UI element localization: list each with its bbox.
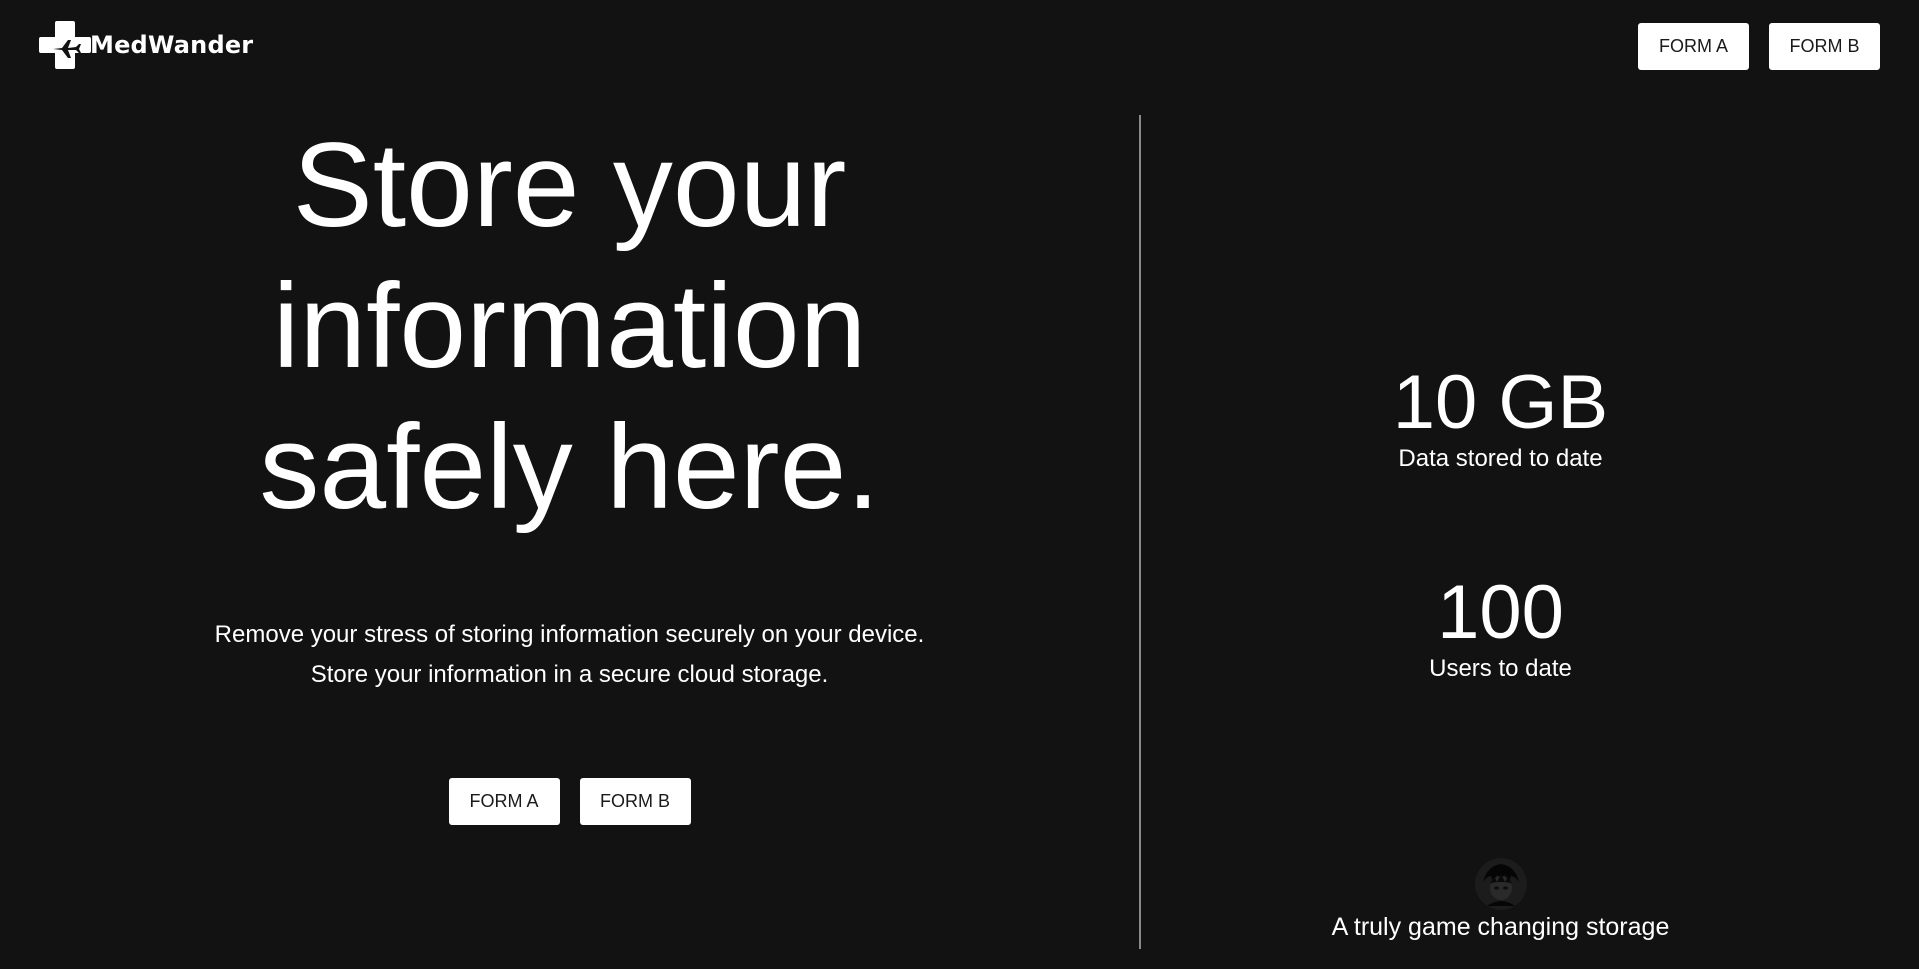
testimonial-text: A truly game changing storage (1331, 913, 1670, 941)
hero-description: Remove your stress of storing informatio… (0, 615, 1139, 695)
hero-title-line: Store your (292, 118, 847, 252)
page: MedWander FORM A FORM B Store your infor… (0, 0, 1919, 969)
hero-title-line: information (272, 259, 867, 393)
stats-section: 10 GB Data stored to date 100 Users to d… (1141, 0, 1860, 969)
medical-cross-airplane-icon (39, 21, 91, 69)
hero-form-a-button[interactable]: FORM A (448, 778, 560, 825)
hero-actions: FORM A FORM B (0, 778, 1139, 825)
stat-label: Users to date (1429, 655, 1572, 682)
user-avatar (1474, 858, 1527, 910)
stat-value: 10 GB (1392, 360, 1609, 445)
stat-value: 100 (1437, 570, 1564, 655)
hero-description-line: Store your information in a secure cloud… (310, 661, 829, 688)
hero-title: Store your information safely here. (0, 115, 1139, 538)
brand-logo[interactable]: MedWander (39, 19, 253, 71)
hero-description-line: Remove your stress of storing informatio… (214, 621, 925, 648)
brand-name: MedWander (90, 31, 254, 59)
stat-label: Data stored to date (1398, 445, 1603, 472)
stat-users: 100 Users to date (1141, 572, 1860, 684)
testimonial: A truly game changing storage (1141, 858, 1860, 942)
hero-form-b-button[interactable]: FORM B (579, 778, 691, 825)
hero-section: Store your information safely here. Remo… (0, 115, 1139, 825)
hero-title-line: safely here. (259, 400, 880, 534)
stat-data-stored: 10 GB Data stored to date (1141, 362, 1860, 474)
